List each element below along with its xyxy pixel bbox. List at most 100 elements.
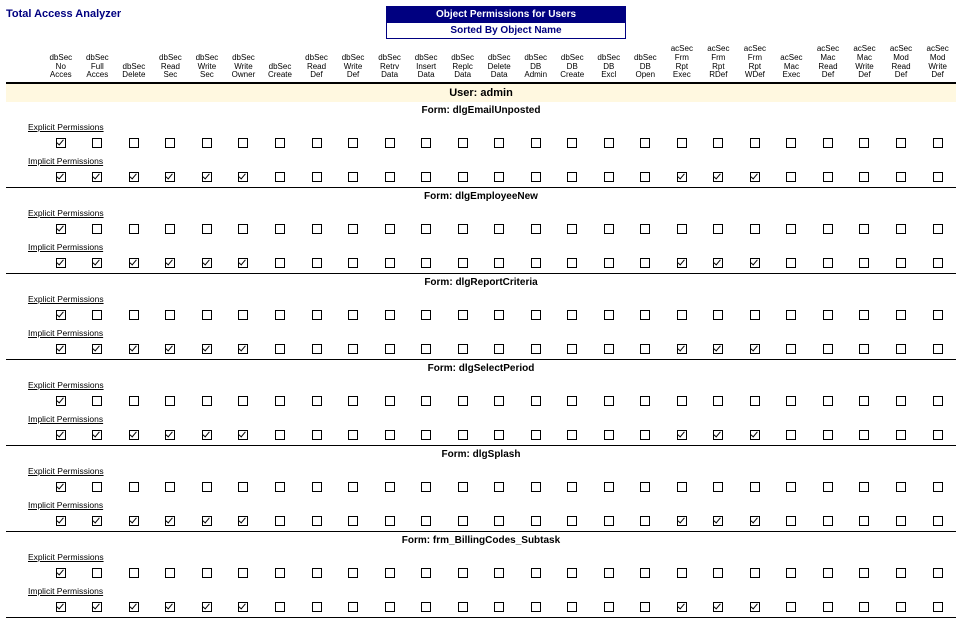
permission-checkbox [933,224,943,234]
permission-checkbox [56,344,66,354]
permission-checkbox [713,516,723,526]
permission-checkbox [494,568,504,578]
permission-checkbox [494,310,504,320]
permission-checkbox [531,568,541,578]
permission-checkbox [385,138,395,148]
permission-checkbox [385,430,395,440]
column-header: dbSec Replc Data [444,43,481,83]
permission-checkbox [713,138,723,148]
permission-checkbox [896,258,906,268]
permission-checkbox [385,172,395,182]
permission-checkbox [165,344,175,354]
permission-checkbox [312,224,322,234]
permission-checkbox [640,430,650,440]
permission-checkbox [604,344,614,354]
permission-checkbox [421,568,431,578]
permission-checkbox [677,482,687,492]
permission-checkbox [421,172,431,182]
form-name: dlgSplash [473,449,521,460]
column-header: dbSec Delete [116,43,153,83]
permission-checkbox [531,310,541,320]
permission-checkbox [933,430,943,440]
permission-checkbox [713,430,723,440]
permission-checkbox [640,396,650,406]
permission-checkbox [567,430,577,440]
permission-checkbox [494,172,504,182]
permission-type-label: Explicit Permissions [28,294,104,304]
permission-checkbox [56,396,66,406]
permission-checkbox [348,396,358,406]
permission-checkbox [275,430,285,440]
permission-checkbox [458,224,468,234]
permission-checkbox [348,568,358,578]
permission-checkbox [896,310,906,320]
permission-checkbox [933,138,943,148]
permission-checkbox [385,516,395,526]
permission-checkbox [859,482,869,492]
permission-checkbox [494,516,504,526]
permission-checkbox [567,396,577,406]
permission-checkbox [896,224,906,234]
permission-checkbox [604,516,614,526]
permission-checkbox [458,138,468,148]
permission-checkbox [238,310,248,320]
permission-checkbox [348,482,358,492]
permissions-table: dbSec No AccesdbSec Full AccesdbSec Dele… [6,43,956,618]
permission-checkbox [421,344,431,354]
permission-checkbox [385,568,395,578]
permission-checkbox [275,482,285,492]
form-title-row: Form: dlgEmailUnposted [6,102,956,119]
explicit-row [6,135,956,153]
permission-checkbox [713,310,723,320]
permission-checkbox [348,516,358,526]
permission-checkbox [933,516,943,526]
permission-checkbox [677,258,687,268]
permission-checkbox [859,258,869,268]
permission-checkbox [677,224,687,234]
column-header: acSec Frm Rpt RDef [700,43,737,83]
permission-checkbox [348,344,358,354]
column-header: dbSec Write Owner [225,43,262,83]
column-header: acSec Mac Exec [773,43,810,83]
permission-checkbox [750,224,760,234]
permission-checkbox [275,310,285,320]
column-header: dbSec DB Open [627,43,664,83]
permission-checkbox [56,430,66,440]
permission-checkbox [933,258,943,268]
permission-checkbox [604,258,614,268]
permission-checkbox [713,482,723,492]
form-name: dlgEmployeeNew [455,191,538,202]
permission-checkbox [165,516,175,526]
permission-checkbox [750,516,760,526]
explicit-row [6,565,956,583]
explicit-row [6,221,956,239]
permission-checkbox [933,172,943,182]
permission-checkbox [312,396,322,406]
permission-checkbox [165,396,175,406]
permission-checkbox [275,396,285,406]
permission-checkbox [604,568,614,578]
permission-checkbox [238,482,248,492]
permission-checkbox [238,224,248,234]
permission-checkbox [165,258,175,268]
permission-type-label: Implicit Permissions [28,414,103,424]
permission-checkbox [202,430,212,440]
permission-checkbox [713,396,723,406]
permission-checkbox [202,568,212,578]
permission-checkbox [129,224,139,234]
permission-checkbox [92,396,102,406]
permission-checkbox [312,482,322,492]
permission-type-label: Implicit Permissions [28,156,103,166]
permission-checkbox [896,430,906,440]
permission-checkbox [640,138,650,148]
permission-checkbox [786,138,796,148]
permission-checkbox [859,516,869,526]
permission-checkbox [275,258,285,268]
permission-checkbox [348,138,358,148]
permission-checkbox [312,516,322,526]
permission-checkbox [677,310,687,320]
form-prefix: Form: [442,449,470,460]
column-header: dbSec DB Create [554,43,591,83]
permission-checkbox [640,310,650,320]
permission-checkbox [458,568,468,578]
